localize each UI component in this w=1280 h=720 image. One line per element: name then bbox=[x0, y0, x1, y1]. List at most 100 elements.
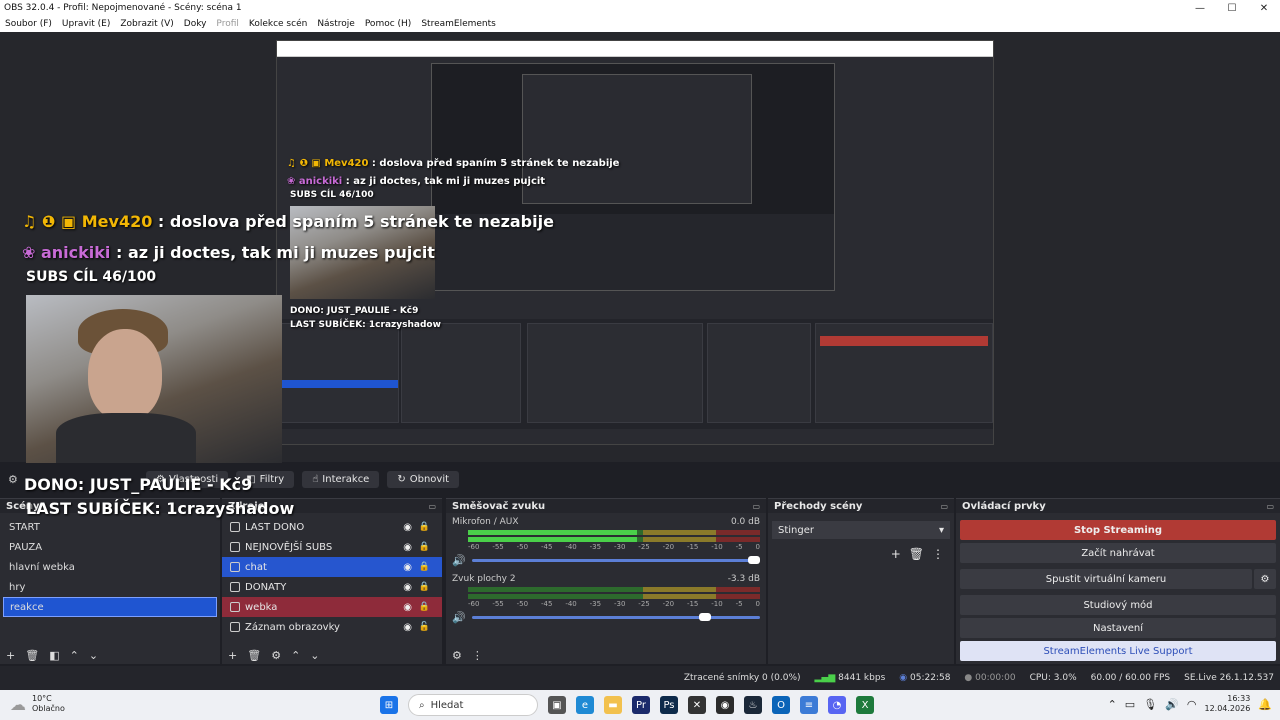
scene-item[interactable]: START bbox=[3, 517, 217, 537]
interact-button[interactable]: ☝ Interakce bbox=[302, 470, 380, 488]
eye-icon[interactable]: ◉ bbox=[403, 522, 412, 533]
transitions-dock: Přechody scény ▭ Stinger ▾ + 🗑 ⋮ bbox=[768, 498, 954, 664]
minimize-icon[interactable]: — bbox=[1184, 0, 1216, 16]
undock-icon[interactable]: ▭ bbox=[1266, 502, 1274, 511]
premiere-icon[interactable]: Pr bbox=[632, 696, 650, 714]
source-label: chat bbox=[245, 561, 267, 573]
move-up-icon[interactable]: ⌃ bbox=[291, 649, 300, 662]
notes-icon[interactable]: ≡ bbox=[800, 696, 818, 714]
source-item[interactable]: webka ◉ 🔒 bbox=[222, 597, 442, 617]
start-icon[interactable]: ⊞ bbox=[380, 696, 398, 714]
more-icon[interactable]: ⋮ bbox=[472, 649, 483, 662]
source-label: DONATY bbox=[245, 581, 287, 593]
source-item[interactable]: LAST DONO ◉ 🔒 bbox=[222, 517, 442, 537]
filter-icon[interactable]: ◧ bbox=[49, 649, 59, 662]
menu-scene-collection[interactable]: Kolekce scén bbox=[244, 19, 312, 29]
trash-icon[interactable]: 🗑 bbox=[25, 649, 39, 662]
virtual-camera-settings-icon[interactable]: ⚙ bbox=[1254, 569, 1276, 589]
menu-tools[interactable]: Nástroje bbox=[312, 19, 360, 29]
eye-icon[interactable]: ◉ bbox=[403, 562, 412, 573]
move-up-icon[interactable]: ⌃ bbox=[70, 649, 79, 662]
battery-icon[interactable]: ▭ bbox=[1125, 698, 1135, 711]
donation-icon: ♫ ❶ ▣ bbox=[22, 212, 77, 231]
move-down-icon[interactable]: ⌄ bbox=[89, 649, 98, 662]
scene-item[interactable]: hlavní webka bbox=[3, 557, 217, 577]
studio-mode-button[interactable]: Studiový mód bbox=[960, 595, 1276, 615]
undock-icon[interactable]: ▭ bbox=[752, 502, 760, 511]
search-box[interactable]: ⌕ Hledat bbox=[408, 694, 538, 716]
tool-icon[interactable]: ✕ bbox=[688, 696, 706, 714]
notification-icon[interactable]: 🔔 bbox=[1258, 698, 1272, 711]
stream-time-value: 05:22:58 bbox=[910, 673, 951, 683]
settings-button[interactable]: Nastavení bbox=[960, 618, 1276, 638]
refresh-label: Obnovit bbox=[409, 473, 450, 485]
eye-icon[interactable]: ◉ bbox=[403, 542, 412, 553]
edge-icon[interactable]: e bbox=[576, 696, 594, 714]
undock-icon[interactable]: ▭ bbox=[428, 502, 436, 511]
speaker-icon[interactable]: 🔊 bbox=[452, 554, 466, 567]
scene-item-selected[interactable]: reakce bbox=[3, 597, 217, 617]
lock-icon[interactable]: 🔒 bbox=[419, 522, 430, 532]
menu-file[interactable]: Soubor (F) bbox=[0, 19, 57, 29]
mixer-title: Směšovač zvuku bbox=[452, 500, 546, 512]
source-item[interactable]: Záznam obrazovky ◉ 🔓 bbox=[222, 617, 442, 637]
eye-icon[interactable]: ◉ bbox=[403, 582, 412, 593]
move-down-icon[interactable]: ⌄ bbox=[310, 649, 319, 662]
weather-widget[interactable]: ☁ 10°C Oblačno bbox=[10, 694, 65, 714]
chevron-up-icon[interactable]: ⌃ bbox=[1108, 698, 1117, 711]
add-icon[interactable]: + bbox=[891, 547, 901, 561]
folder-icon[interactable]: ▬ bbox=[604, 696, 622, 714]
discord-icon[interactable]: ◔ bbox=[828, 696, 846, 714]
trash-icon[interactable]: 🗑 bbox=[909, 547, 924, 561]
wifi-icon[interactable]: ◠ bbox=[1187, 698, 1197, 711]
speaker-icon[interactable]: 🔊 bbox=[452, 611, 466, 624]
task-view-icon[interactable]: ▣ bbox=[548, 696, 566, 714]
photoshop-icon[interactable]: Ps bbox=[660, 696, 678, 714]
excel-icon[interactable]: X bbox=[856, 696, 874, 714]
clock[interactable]: 16:33 12.04.2026 bbox=[1204, 694, 1250, 714]
menu-view[interactable]: Zobrazit (V) bbox=[115, 19, 178, 29]
start-recording-button[interactable]: Začít nahrávat bbox=[960, 543, 1276, 563]
menu-edit[interactable]: Upravit (E) bbox=[57, 19, 115, 29]
scene-item[interactable]: hry bbox=[3, 577, 217, 597]
trash-icon[interactable]: 🗑 bbox=[247, 649, 261, 662]
menu-docks[interactable]: Doky bbox=[179, 19, 212, 29]
refresh-button[interactable]: ↻ Obnovit bbox=[387, 470, 460, 488]
menu-profile[interactable]: Profil bbox=[211, 19, 243, 29]
menu-help[interactable]: Pomoc (H) bbox=[360, 19, 417, 29]
lock-icon[interactable]: 🔒 bbox=[419, 562, 430, 572]
mic-icon[interactable]: 🎙 bbox=[1143, 698, 1157, 711]
gear-icon[interactable]: ⚙ bbox=[271, 649, 281, 662]
source-item-selected[interactable]: chat ◉ 🔒 bbox=[222, 557, 442, 577]
outlook-icon[interactable]: O bbox=[772, 696, 790, 714]
undock-icon[interactable]: ▭ bbox=[940, 502, 948, 511]
live-support-button[interactable]: StreamElements Live Support bbox=[960, 641, 1276, 661]
close-icon[interactable]: ✕ bbox=[1248, 0, 1280, 16]
add-icon[interactable]: + bbox=[228, 649, 237, 662]
start-virtual-camera-button[interactable]: Spustit virtuální kameru bbox=[960, 569, 1252, 589]
signal-icon: ▂▄▆ bbox=[814, 673, 836, 683]
source-item[interactable]: DONATY ◉ 🔒 bbox=[222, 577, 442, 597]
lock-icon[interactable]: 🔒 bbox=[419, 602, 430, 612]
obs-icon[interactable]: ◉ bbox=[716, 696, 734, 714]
stop-streaming-button[interactable]: Stop Streaming bbox=[960, 520, 1276, 540]
volume-slider[interactable] bbox=[471, 555, 760, 564]
scene-item[interactable]: PAUZA bbox=[3, 537, 217, 557]
volume-icon[interactable]: 🔊 bbox=[1165, 698, 1179, 711]
unlock-icon[interactable]: 🔓 bbox=[419, 622, 430, 632]
gear-icon[interactable]: ⚙ bbox=[452, 649, 462, 662]
eye-icon[interactable]: ◉ bbox=[403, 602, 412, 613]
transition-select[interactable]: Stinger ▾ bbox=[772, 521, 950, 539]
menu-streamelements[interactable]: StreamElements bbox=[416, 19, 501, 29]
mixer-channel: Mikrofon / AUX 0.0 dB -60 -55 -50 -45 -40 -35-… bbox=[446, 513, 766, 570]
meter-tick: -25 bbox=[638, 543, 650, 551]
maximize-icon[interactable]: ☐ bbox=[1216, 0, 1248, 16]
source-item[interactable]: NEJNOVĚJŠÍ SUBS ◉ 🔒 bbox=[222, 537, 442, 557]
lock-icon[interactable]: 🔒 bbox=[419, 542, 430, 552]
steam-icon[interactable]: ♨ bbox=[744, 696, 762, 714]
lock-icon[interactable]: 🔒 bbox=[419, 582, 430, 592]
add-icon[interactable]: + bbox=[6, 649, 15, 662]
eye-icon[interactable]: ◉ bbox=[403, 622, 412, 633]
more-icon[interactable]: ⋮ bbox=[932, 547, 944, 561]
volume-slider[interactable] bbox=[471, 612, 760, 621]
